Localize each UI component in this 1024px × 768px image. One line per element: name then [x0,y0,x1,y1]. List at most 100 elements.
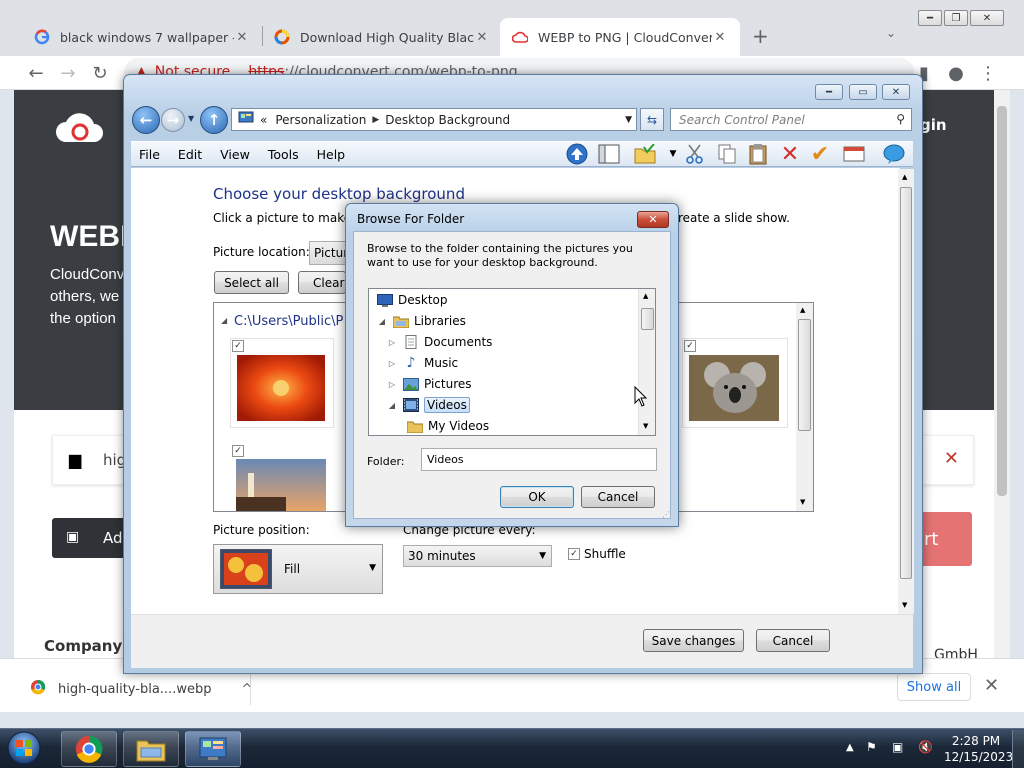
browser-tab-2[interactable]: Download High Quality Black Wi ✕ [262,18,502,56]
tray-expand-icon[interactable]: ▲ [846,742,854,753]
action-center-flag-icon[interactable]: ⚑ [866,740,877,754]
menu-tools[interactable]: Tools [268,147,299,162]
clear-all-button[interactable]: Clear [298,271,346,294]
cp-address-bar[interactable]: « Personalization ▶ Desktop Background ▼ [231,108,637,131]
picture-position-select[interactable]: Fill ▼ [213,544,383,594]
close-download-bar-icon[interactable]: ✕ [984,675,999,696]
taskbar-clock[interactable]: 2:28 PM 12/15/2023 [944,733,1013,765]
menu-help[interactable]: Help [317,147,346,162]
tab-search-chevron-icon[interactable]: ⌄ [886,26,896,40]
wallpaper-thumbnail-koala[interactable] [682,338,788,428]
paste-icon[interactable] [746,142,770,166]
panes-icon[interactable] [597,142,621,166]
breadcrumb-desktop-background[interactable]: Desktop Background [385,113,510,127]
taskbar-explorer-button[interactable] [123,731,179,767]
back-arrow-icon[interactable]: ← [22,59,50,87]
tree-node-music[interactable]: ▷ ♪ Music [387,353,458,373]
cp-cancel-button[interactable]: Cancel [756,629,830,652]
change-picture-every-select[interactable]: 30 minutes ▼ [403,545,552,567]
menu-view[interactable]: View [220,147,250,162]
tree-node-my-videos[interactable]: My Videos [407,416,489,435]
network-icon[interactable]: ▣ [892,740,903,754]
delete-icon[interactable]: ✕ [778,142,802,167]
cp-scroll-thumb[interactable] [900,187,912,579]
convert-button[interactable]: rt [920,512,972,566]
remove-file-icon[interactable]: ✕ [944,448,959,469]
browser-tab-3[interactable]: WEBP to PNG | CloudConvert ✕ [500,18,740,56]
ok-button[interactable]: OK [500,486,574,508]
minimize-icon[interactable]: ━ [918,10,942,26]
login-link[interactable]: gin [920,116,947,134]
save-changes-button[interactable]: Save changes [643,629,744,652]
scroll-down-icon[interactable]: ▼ [643,422,648,430]
scroll-up-icon[interactable]: ▲ [902,173,907,181]
scroll-down-icon[interactable]: ▼ [902,601,907,609]
menu-edit[interactable]: Edit [178,147,202,162]
dialog-close-icon[interactable]: ✕ [637,211,669,228]
cp-minimize-icon[interactable]: ━ [815,84,843,100]
menu-file[interactable]: File [139,147,160,162]
picture-location-select[interactable]: Pictur [309,241,349,265]
recent-pages-chevron-icon[interactable]: ▼ [188,114,194,123]
properties-icon[interactable] [842,142,866,166]
expander-icon[interactable]: ▷ [387,359,397,368]
reload-icon[interactable]: ↻ [86,59,114,87]
page-scrollbar[interactable] [994,90,1010,658]
forward-arrow-icon[interactable]: → [54,59,82,87]
download-item[interactable]: high-quality-bla....webp ^ [30,679,252,699]
tree-node-pictures[interactable]: ▷ Pictures [387,374,472,394]
profile-avatar-icon[interactable]: ● [942,59,970,87]
checkmark-icon[interactable]: ✔ [808,142,832,167]
breadcrumb-personalization[interactable]: Personalization [275,113,366,127]
tree-node-documents[interactable]: ▷ Documents [387,332,492,352]
cp-maximize-icon[interactable]: ▭ [849,84,877,100]
tree-node-desktop[interactable]: Desktop [377,290,448,310]
close-window-icon[interactable]: ✕ [970,10,1004,26]
add-files-button[interactable]: ▣ Add [52,518,132,558]
expander-icon[interactable]: ▷ [387,380,397,389]
folder-tree-scrollbar[interactable]: ▲ ▼ [638,289,655,435]
folder-options-dropdown-icon[interactable]: ▼ [661,142,685,166]
forward-button[interactable]: → [161,108,185,132]
refresh-icon[interactable]: ⇆ [640,108,664,131]
close-icon[interactable]: ✕ [474,30,490,45]
expander-icon[interactable]: ◢ [387,401,397,410]
show-all-button[interactable]: Show all [897,673,971,701]
scroll-down-icon[interactable]: ▼ [800,498,805,506]
dialog-cancel-button[interactable]: Cancel [581,486,655,508]
wallpaper-thumbnail-chrysanthemum[interactable] [230,338,334,428]
cp-search-input[interactable]: Search Control Panel ⚲ [670,108,912,131]
close-icon[interactable]: ✕ [712,30,728,45]
shuffle-checkbox[interactable]: ✓ Shuffle [568,547,626,561]
address-dropdown-icon[interactable]: ▼ [625,115,632,125]
cloudconvert-logo-icon[interactable] [54,110,104,144]
tree-node-videos[interactable]: ◢ Videos [387,395,470,415]
cp-close-icon[interactable]: ✕ [882,84,910,100]
close-icon[interactable]: ✕ [234,30,250,45]
taskbar-control-panel-button[interactable] [185,731,241,767]
copy-icon[interactable] [715,142,739,166]
picture-list-scrollbar[interactable]: ▲ ▼ [796,303,813,511]
browser-tab-1[interactable]: black windows 7 wallpaper - Goo ✕ [22,18,262,56]
start-button[interactable] [4,729,44,767]
expander-icon[interactable]: ◢ [377,317,387,326]
volume-muted-icon[interactable]: 🔇 [918,740,933,754]
help-bubble-icon[interactable] [882,142,906,166]
resize-grip-icon[interactable]: ⋰ [662,510,670,519]
up-folder-icon[interactable] [565,142,589,166]
tree-node-libraries[interactable]: ◢ Libraries [377,311,466,331]
collapse-group-icon[interactable]: ◢ [221,316,227,325]
folder-input[interactable]: Videos [421,448,657,471]
scroll-up-icon[interactable]: ▲ [800,306,805,314]
restore-icon[interactable]: ❐ [944,10,968,26]
up-button[interactable]: ↑ [200,106,228,134]
wallpaper-thumbnail-lighthouse[interactable] [230,443,334,511]
cp-scrollbar[interactable]: ▲ ▼ [898,169,914,614]
show-desktop-button[interactable] [1012,730,1024,768]
back-button[interactable]: ← [132,106,160,134]
taskbar-chrome-button[interactable] [61,731,117,767]
scroll-up-icon[interactable]: ▲ [643,292,648,300]
checkbox-icon[interactable]: ✓ [568,548,580,560]
menu-dots-icon[interactable]: ⋮ [974,59,1002,87]
expander-icon[interactable]: ▷ [387,338,397,347]
